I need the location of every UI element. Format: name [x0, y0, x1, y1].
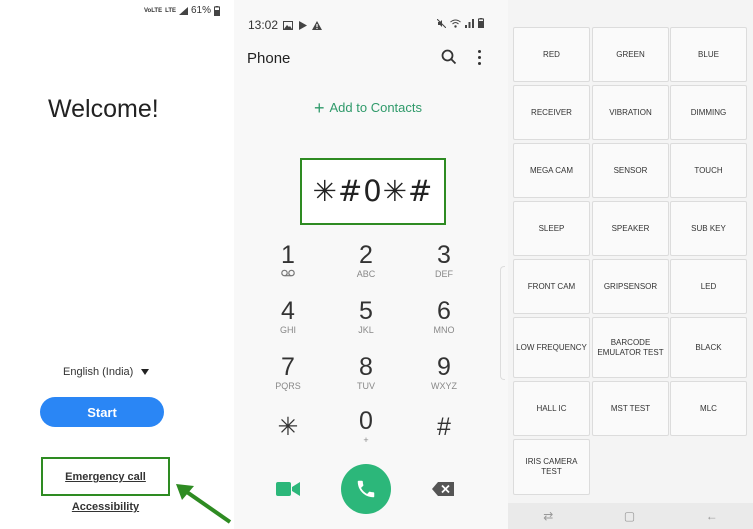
key-4[interactable]: 4 GHI	[258, 298, 318, 336]
signal-icon	[178, 6, 188, 15]
clock: 13:02	[248, 18, 279, 32]
test-tile-low-frequency[interactable]: LOW FREQUENCY	[513, 317, 590, 378]
test-tile-mst-test[interactable]: MST TEST	[592, 381, 669, 436]
back-icon[interactable]: ←	[706, 509, 718, 523]
wifi-icon	[450, 19, 461, 28]
test-tile-sub-key[interactable]: SUB KEY	[670, 201, 747, 256]
search-icon[interactable]	[441, 49, 457, 65]
more-options-icon[interactable]	[476, 50, 482, 65]
key-8[interactable]: 8 TUV	[336, 354, 396, 392]
test-tile-green[interactable]: GREEN	[592, 27, 669, 82]
page-title: Welcome!	[48, 95, 159, 123]
pointer-arrow-icon	[176, 484, 232, 524]
welcome-screen: VoLTE LTE 61% Welcome! English (India) S…	[0, 0, 234, 529]
plus-icon: +	[314, 97, 325, 118]
language-selector[interactable]: English (India)	[63, 366, 150, 378]
battery-percent: 61%	[190, 5, 211, 16]
key-0[interactable]: 0 +	[336, 408, 396, 446]
key-6[interactable]: 6 MNO	[414, 298, 474, 336]
dialed-number[interactable]: ✳#0✳#	[300, 174, 446, 208]
recent-apps-icon[interactable]: ⇄	[543, 509, 553, 523]
test-tile-mlc[interactable]: MLC	[670, 381, 747, 436]
status-bar: 13:02	[248, 18, 323, 32]
play-store-icon	[299, 20, 308, 30]
key-2[interactable]: 2 ABC	[336, 242, 396, 280]
phone-dialer-screen: 13:02 Phone + Add to Contacts ✳#0✳# 1 2 …	[234, 0, 508, 529]
status-bar: VoLTE LTE 61%	[144, 5, 220, 16]
add-to-contacts-button[interactable]: + Add to Contacts	[314, 97, 423, 118]
test-tile-sensor[interactable]: SENSOR	[592, 143, 669, 198]
test-tile-blue[interactable]: BLUE	[670, 27, 747, 82]
status-icons	[437, 18, 484, 28]
test-tile-red[interactable]: RED	[513, 27, 590, 82]
edge-panel-handle[interactable]	[500, 266, 505, 380]
key-7[interactable]: 7 PQRS	[258, 354, 318, 392]
test-tile-barcode-emulator-test[interactable]: BARCODE EMULATOR TEST	[592, 317, 669, 378]
language-label: English (India)	[63, 366, 134, 378]
test-tile-touch[interactable]: TOUCH	[670, 143, 747, 198]
video-call-icon[interactable]	[276, 480, 300, 498]
test-tile-speaker[interactable]: SPEAKER	[592, 201, 669, 256]
key-3[interactable]: 3 DEF	[414, 242, 474, 280]
image-icon	[283, 20, 294, 30]
voicemail-icon	[258, 269, 318, 279]
key-hash[interactable]: #	[414, 414, 474, 451]
phone-icon	[357, 480, 375, 498]
test-tile-dimming[interactable]: DIMMING	[670, 85, 747, 140]
start-button[interactable]: Start	[40, 397, 164, 427]
navigation-bar: ⇄ ▢ ←	[508, 503, 753, 529]
hardware-test-screen: RED GREEN BLUE RECEIVER VIBRATION DIMMING MEGA…	[508, 0, 753, 529]
test-tile-front-cam[interactable]: FRONT CAM	[513, 259, 590, 314]
key-9[interactable]: 9 WXYZ	[414, 354, 474, 392]
test-tile-hall-ic[interactable]: HALL IC	[513, 381, 590, 436]
battery-icon	[214, 5, 220, 16]
key-star[interactable]: ✳	[258, 414, 318, 451]
warning-icon	[312, 20, 323, 30]
emergency-call-link[interactable]: Emergency call	[41, 471, 170, 483]
test-tile-gripsensor[interactable]: GRIPSENSOR	[592, 259, 669, 314]
accessibility-link[interactable]: Accessibility	[41, 501, 170, 513]
test-tile-led[interactable]: LED	[670, 259, 747, 314]
test-tile-sleep[interactable]: SLEEP	[513, 201, 590, 256]
test-tile-iris-camera-test[interactable]: IRIS CAMERA TEST	[513, 439, 590, 495]
call-button[interactable]	[341, 464, 391, 514]
home-icon[interactable]: ▢	[624, 509, 635, 523]
test-tile-vibration[interactable]: VIBRATION	[592, 85, 669, 140]
key-5[interactable]: 5 JKL	[336, 298, 396, 336]
lte-indicator: LTE	[165, 7, 176, 14]
signal-icon	[465, 18, 474, 28]
battery-icon	[478, 18, 484, 28]
add-to-contacts-label: Add to Contacts	[329, 100, 423, 115]
mute-icon	[437, 18, 446, 28]
app-title: Phone	[247, 50, 291, 67]
test-tile-mega-cam[interactable]: MEGA CAM	[513, 143, 590, 198]
dropdown-arrow-icon	[141, 369, 150, 375]
volte-indicator: VoLTE	[143, 7, 163, 14]
test-tile-receiver[interactable]: RECEIVER	[513, 85, 590, 140]
backspace-icon[interactable]	[432, 482, 454, 496]
key-1[interactable]: 1	[258, 242, 318, 279]
test-tile-black[interactable]: BLACK	[670, 317, 747, 378]
